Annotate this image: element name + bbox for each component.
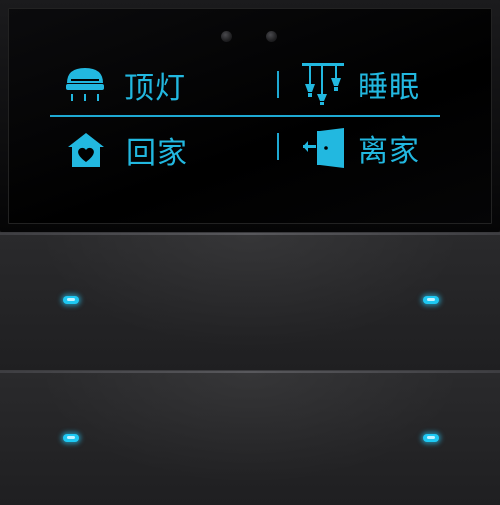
- vertical-divider-bottom: [277, 133, 279, 160]
- rocker-edge-highlight: [0, 233, 500, 235]
- proximity-sensor: [221, 31, 232, 42]
- light-sensor: [266, 31, 277, 42]
- pendant-lights-icon: [300, 62, 346, 106]
- vertical-divider-top: [277, 71, 279, 98]
- scene-home-label: 回家: [126, 136, 188, 171]
- rocker-edge-highlight: [0, 371, 500, 373]
- scene-ceiling-light[interactable]: 顶灯: [64, 63, 186, 107]
- house-heart-icon: [66, 131, 106, 169]
- touch-screen: 顶灯 睡眠 回家 离家: [0, 0, 500, 232]
- scene-sleep[interactable]: 睡眠: [300, 62, 420, 106]
- scene-ceiling-light-label: 顶灯: [124, 71, 186, 106]
- indicator-led-top-right: [423, 296, 439, 304]
- indicator-led-top-left: [63, 296, 79, 304]
- scene-sleep-label: 睡眠: [358, 70, 420, 105]
- scene-away[interactable]: 离家: [302, 126, 420, 170]
- smart-switch-panel: 顶灯 睡眠 回家 离家: [0, 0, 500, 505]
- scene-home[interactable]: 回家: [66, 128, 188, 172]
- ceiling-lamp-icon: [64, 65, 106, 105]
- horizontal-divider: [50, 115, 440, 117]
- indicator-led-bottom-right: [423, 434, 439, 442]
- scene-away-label: 离家: [358, 134, 420, 169]
- indicator-led-bottom-left: [63, 434, 79, 442]
- door-exit-icon: [302, 128, 346, 168]
